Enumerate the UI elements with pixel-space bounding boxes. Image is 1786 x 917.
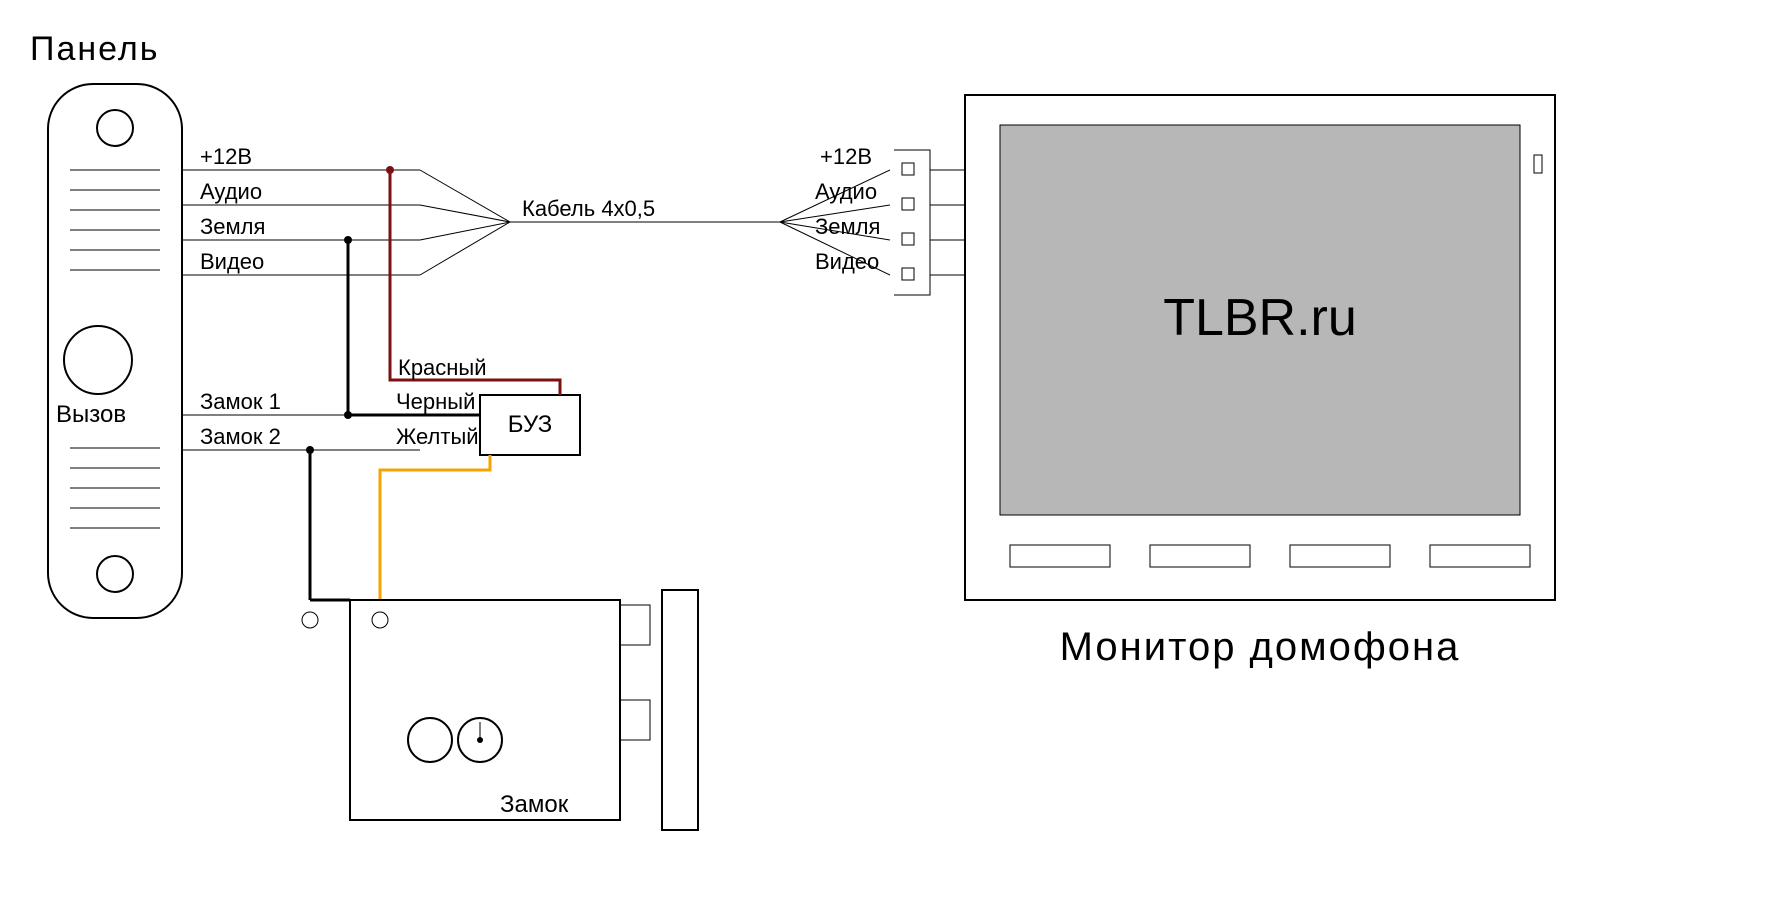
lock-body: [350, 600, 620, 820]
cable-label: Кабель 4х0,5: [522, 196, 655, 221]
panel-call-button: [64, 326, 132, 394]
terminal-block: [894, 150, 930, 295]
monitor-screen-text: TLBR.ru: [1163, 289, 1357, 347]
wiring-diagram: Панель Вызов +12В Аудио Земля Видео Замо…: [0, 0, 1786, 917]
panel-screw-bottom: [97, 556, 133, 592]
monitor-button-2: [1150, 545, 1250, 567]
panel-screw-top: [97, 110, 133, 146]
monitor-title: Монитор домофона: [1060, 625, 1461, 669]
panel-wire-video: Видео: [200, 249, 264, 274]
monitor-term-ground: Земля: [815, 214, 880, 239]
panel-wire-lock2: Замок 2: [200, 424, 281, 449]
monitor-led-icon: [1534, 155, 1542, 173]
monitor-term-12v: +12В: [820, 144, 872, 169]
monitor-term-audio: Аудио: [815, 179, 877, 204]
wire-black-label: Черный: [396, 389, 475, 414]
panel-wire-ground: Земля: [200, 214, 265, 239]
monitor-button-1: [1010, 545, 1110, 567]
wire-red-label: Красный: [398, 355, 487, 380]
buz-label: БУЗ: [508, 411, 552, 438]
wire-yellow: [380, 455, 490, 600]
panel-wire-lock1: Замок 1: [200, 389, 281, 414]
monitor-term-video: Видео: [815, 249, 879, 274]
lock-label: Замок: [500, 791, 569, 818]
panel-wire-audio: Аудио: [200, 179, 262, 204]
lock-strike-plate: [662, 590, 698, 830]
monitor-button-4: [1430, 545, 1530, 567]
panel-body: [48, 84, 182, 618]
panel-call-label: Вызов: [56, 401, 126, 428]
monitor-button-3: [1290, 545, 1390, 567]
panel-wire-12v: +12В: [200, 144, 252, 169]
wire-yellow-label: Желтый: [396, 424, 479, 449]
panel-title: Панель: [30, 30, 159, 68]
